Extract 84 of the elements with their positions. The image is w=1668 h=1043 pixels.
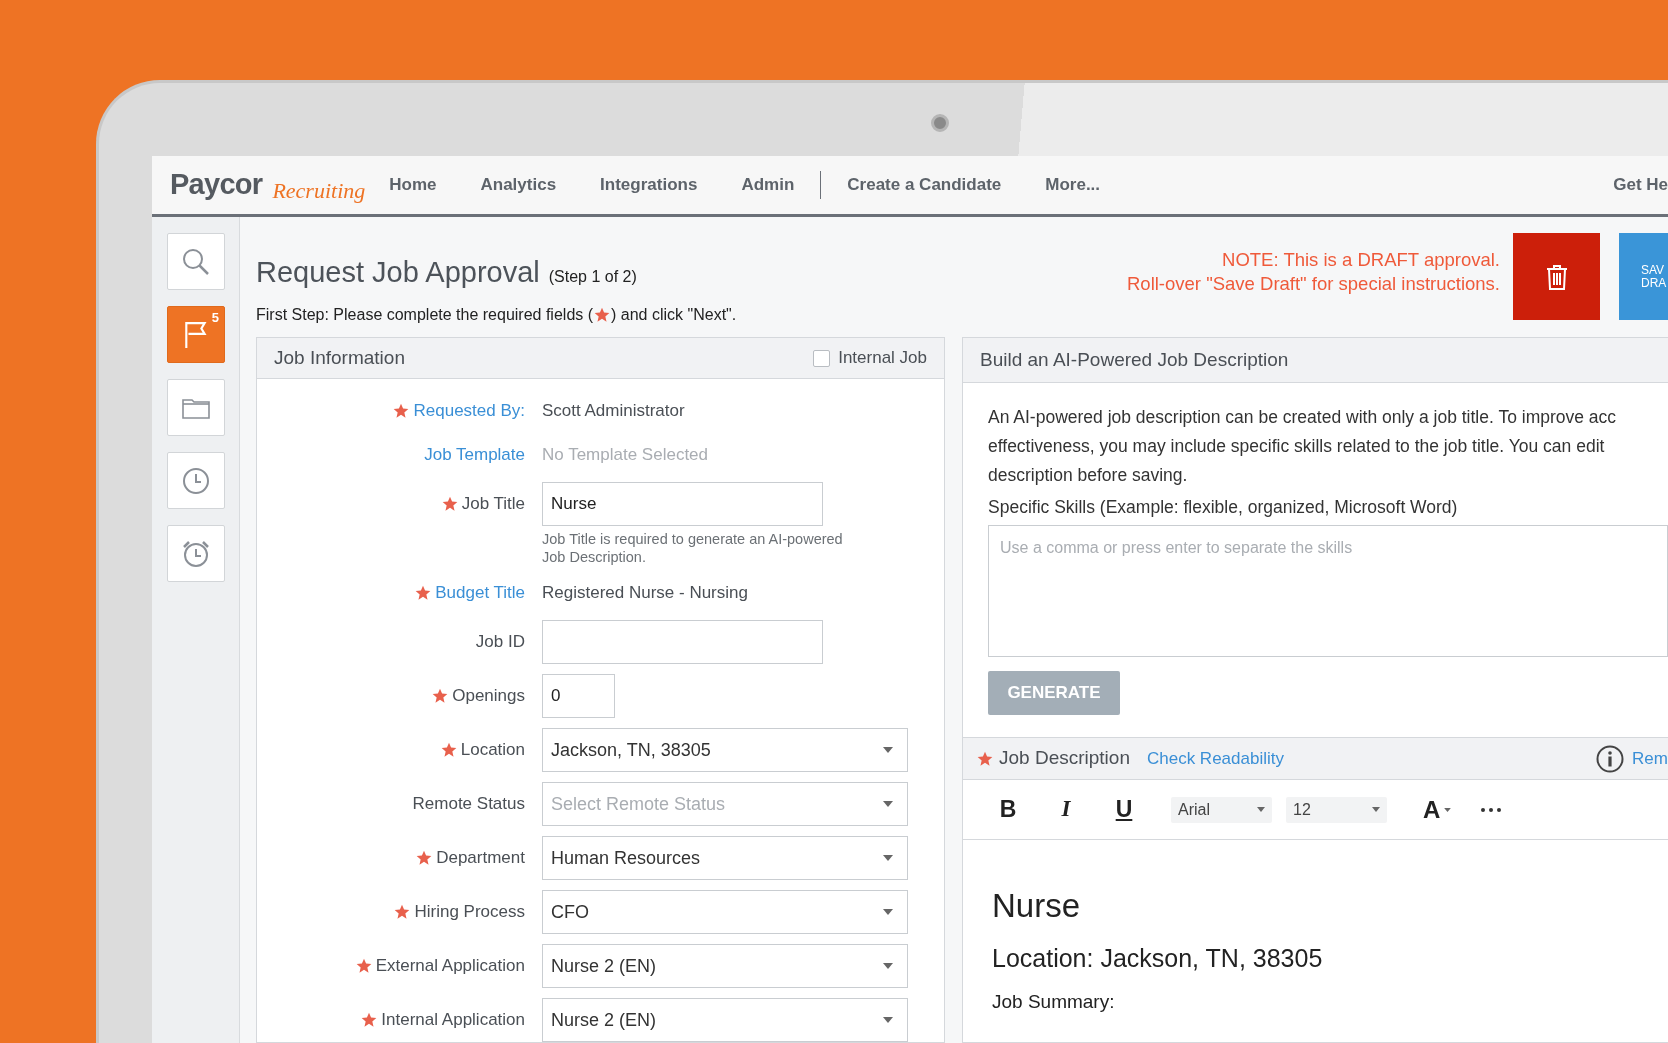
select-field[interactable]: CFO (542, 890, 908, 934)
caret-icon (883, 855, 893, 861)
panel-title: Build an AI-Powered Job Description (980, 347, 1289, 372)
help-link[interactable]: Get He (1613, 172, 1668, 198)
readability-link[interactable]: Check Readability (1146, 745, 1284, 772)
draft-note: NOTE: This is a DRAFT approval. (1222, 248, 1500, 272)
field-label: Department (436, 847, 525, 870)
panel-title: Job Information (274, 345, 405, 370)
field-label-link[interactable]: Requested By: (413, 398, 525, 424)
select-field[interactable]: Human Resources (542, 836, 908, 880)
sidebar-button[interactable] (167, 233, 225, 290)
sidebar-button[interactable] (167, 452, 225, 509)
nav-link[interactable]: More... (1045, 172, 1101, 198)
checkbox[interactable] (813, 349, 831, 367)
nav-link[interactable]: Admin (741, 172, 795, 198)
field-label-link[interactable]: Job Template (424, 442, 525, 468)
nav-link[interactable]: Home (389, 172, 437, 198)
editor-heading: Nurse (992, 886, 1082, 926)
sidebar-button[interactable] (167, 525, 225, 582)
sidebar-button[interactable] (167, 379, 225, 436)
bold-button[interactable]: B (993, 792, 1023, 827)
font-color-button[interactable]: A (1423, 791, 1452, 828)
caret-icon (883, 909, 893, 915)
select-field[interactable]: Nurse 2 (EN) (542, 944, 908, 988)
caret-icon (883, 1017, 893, 1023)
field-label: Openings (452, 685, 525, 708)
caret-icon (883, 963, 893, 969)
field-label: Hiring Process (414, 901, 525, 924)
nav-link[interactable]: Create a Candidate (847, 172, 1002, 198)
field-value: Scott Administrator (542, 400, 685, 423)
caret-icon (883, 747, 893, 753)
nav-link[interactable]: Analytics (480, 172, 557, 198)
field-label: Job Title (461, 493, 525, 516)
field-value: No Template Selected (542, 444, 708, 467)
delete-button[interactable] (1513, 233, 1600, 320)
skills-label: Specific Skills (Example: flexible, organized, Microsoft Word) (988, 496, 1459, 519)
field-label: Job ID (475, 631, 525, 654)
search-icon (182, 247, 210, 276)
logo-script: Recruiting (272, 176, 366, 205)
instruction-text: ) and click "Next". (611, 304, 737, 325)
editor-text: Job Summary: (992, 990, 1116, 1014)
editor-subheading: Location: Jackson, TN, 38305 (992, 943, 1324, 974)
checkbox-label: Internal Job (838, 347, 927, 370)
step-indicator: (Step 1 of 2) (548, 267, 637, 287)
caret-icon (1444, 807, 1452, 812)
input-field[interactable]: 0 (542, 674, 615, 718)
field-label: External Application (375, 955, 525, 978)
caret-icon (883, 801, 893, 807)
description-text: description before saving. (988, 464, 1189, 487)
italic-button[interactable]: I (1051, 792, 1081, 827)
clock-icon (182, 466, 210, 495)
sidebar-button[interactable]: 5 (167, 306, 225, 363)
field-label: Location (460, 739, 525, 762)
instruction-text: First Step: Please complete the required fields ( (256, 304, 594, 325)
more-icon[interactable] (1481, 807, 1502, 812)
select-field[interactable]: Nurse 2 (EN) (542, 998, 908, 1042)
description-text: An AI-powered job description can be created with only a job title. To improve acc (988, 406, 1618, 429)
select-field[interactable]: Jackson, TN, 38305 (542, 728, 908, 772)
nav-link[interactable]: Integrations (600, 172, 698, 198)
alarm-clock-icon (182, 539, 210, 568)
caret-icon (1257, 807, 1265, 812)
caret-icon (1372, 807, 1380, 812)
section-title: Job Description (999, 746, 1130, 771)
help-text: Job Title is required to generate an AI-powered Job Description. (542, 530, 844, 566)
field-label-link[interactable]: Budget Title (435, 580, 525, 606)
logo-wordmark: Paycor (170, 167, 263, 203)
font-dropdown[interactable]: Arial (1171, 796, 1272, 823)
field-label: Remote Status (412, 793, 525, 816)
field-value: Registered Nurse - Nursing (542, 582, 748, 605)
save-draft-button[interactable]: SAV DRA (1619, 233, 1668, 320)
underline-button[interactable]: U (1109, 792, 1139, 827)
field-label: Internal Application (381, 1009, 525, 1032)
input-field[interactable] (542, 620, 823, 664)
description-text: effectiveness, you may include specific skills related to the job title. You can edit (988, 435, 1606, 458)
info-icon[interactable] (1596, 744, 1625, 773)
skills-field[interactable]: Use a comma or press enter to separate the skills (988, 525, 1668, 657)
required-star-icon (594, 306, 611, 323)
input-field[interactable]: Nurse (542, 482, 823, 526)
page-title: Request Job Approval (256, 255, 540, 290)
remove-link[interactable]: Rem (1632, 745, 1668, 772)
draft-note: Roll-over "Save Draft" for special instructions. (1127, 272, 1500, 296)
badge-count: 5 (211, 309, 219, 327)
trash-icon (1544, 263, 1569, 290)
size-dropdown[interactable]: 12 (1286, 796, 1387, 823)
